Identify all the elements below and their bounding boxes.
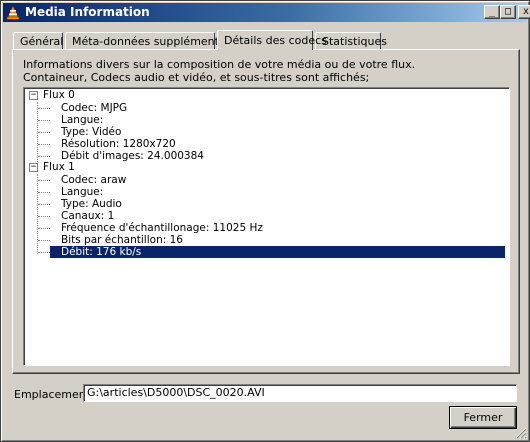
tree-leaf-stream-1-language[interactable]: Langue: — [61, 186, 103, 198]
description-line-1: Informations divers sur la composition d… — [23, 58, 416, 71]
tree-node-stream-0[interactable]: Flux 0 — [43, 89, 75, 101]
close-button[interactable]: Fermer — [449, 406, 517, 429]
tree-leaf-stream-1-bits-per-sample[interactable]: Bits par échantillon: 16 — [61, 234, 183, 246]
tree-leaf-stream-1-sample-rate[interactable]: Fréquence d'échantillonage: 11025 Hz — [61, 222, 263, 234]
media-information-window: Media Information _ □ x Général Méta-don… — [0, 0, 530, 442]
tree-leaf-stream-0-codec[interactable]: Codec: MJPG — [61, 102, 127, 114]
description-line-2: Containeur, Codecs audio et vidéo, et so… — [23, 71, 370, 84]
vlc-cone-icon — [6, 5, 20, 20]
collapse-stream-0-icon[interactable]: − — [29, 91, 38, 100]
title-bar[interactable]: Media Information _ □ x — [3, 3, 530, 22]
window-title: Media Information — [25, 5, 150, 19]
panel-description: Informations divers sur la composition d… — [23, 58, 503, 84]
codec-tree[interactable]: − Flux 0 Codec: MJPG Langue: Type: Vidéo… — [23, 87, 510, 366]
resize-grip-icon[interactable] — [515, 427, 527, 439]
collapse-stream-1-icon[interactable]: − — [29, 163, 38, 172]
location-field[interactable]: G:\articles\D5000\DSC_0020.AVI — [83, 384, 517, 402]
tree-leaf-stream-1-codec[interactable]: Codec: araw — [61, 174, 126, 186]
tree-leaf-stream-0-frame-rate[interactable]: Débit d'images: 24.000384 — [61, 150, 204, 162]
tree-leaf-stream-1-channels[interactable]: Canaux: 1 — [61, 210, 114, 222]
tree-leaf-stream-0-resolution[interactable]: Résolution: 1280x720 — [61, 138, 176, 150]
tab-codec-details[interactable]: Détails des codecs — [217, 30, 327, 50]
minimize-button[interactable]: _ — [484, 5, 500, 19]
maximize-button[interactable]: □ — [500, 5, 516, 19]
tree-leaf-stream-0-language[interactable]: Langue: — [61, 114, 103, 126]
tree-leaf-stream-1-bitrate[interactable]: Débit: 176 kb/s — [50, 246, 505, 258]
tree-leaf-stream-0-type[interactable]: Type: Vidéo — [61, 126, 121, 138]
tree-leaf-stream-1-type[interactable]: Type: Audio — [61, 198, 122, 210]
close-window-button[interactable]: x — [518, 5, 530, 19]
tree-node-stream-1[interactable]: Flux 1 — [43, 161, 75, 173]
tab-extra-metadata[interactable]: Méta-données supplémentaires — [65, 32, 246, 49]
tab-general[interactable]: Général — [13, 32, 63, 49]
